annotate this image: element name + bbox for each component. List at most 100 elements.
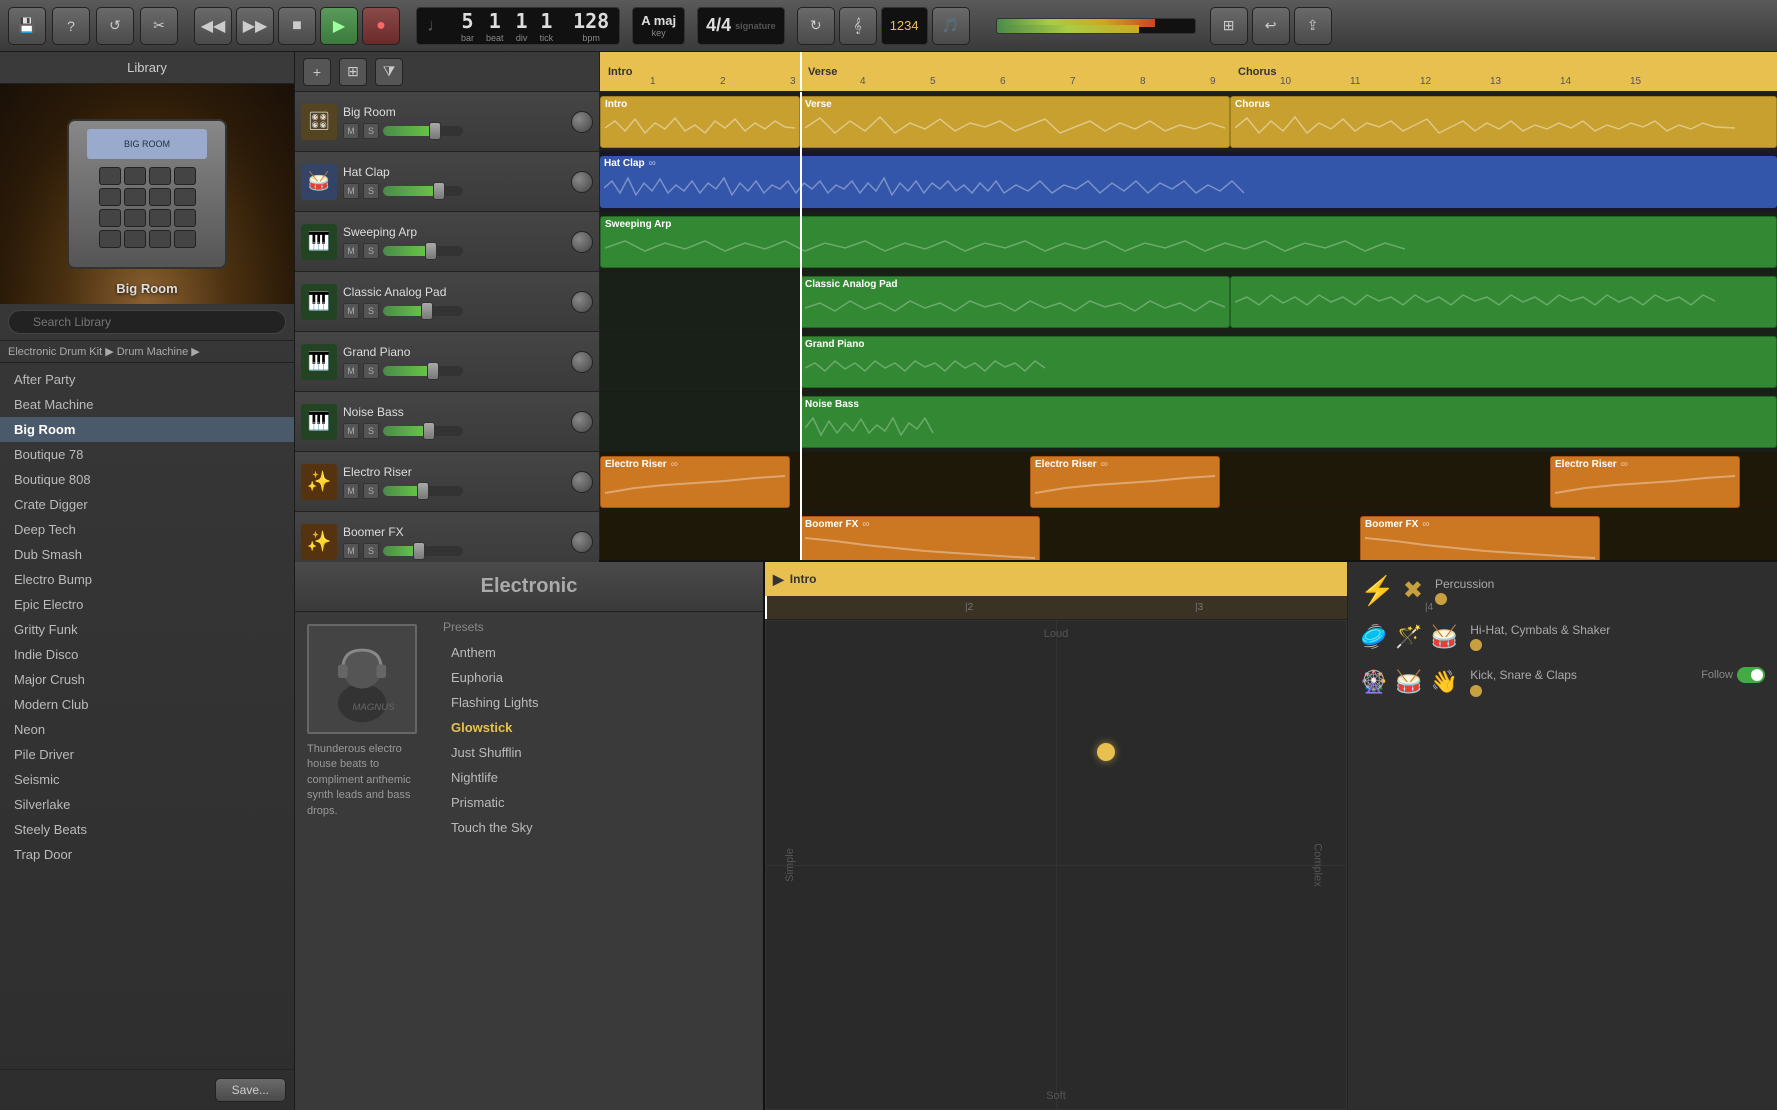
record-button[interactable]: ● xyxy=(362,7,400,45)
fader-sweeping-arp[interactable] xyxy=(383,246,463,256)
solo-button-classic-analog-pad[interactable]: S xyxy=(363,303,379,319)
browser-button[interactable]: ↩ xyxy=(1252,7,1290,45)
mute-button-classic-analog-pad[interactable]: M xyxy=(343,303,359,319)
preset-just-shufflin[interactable]: Just Shufflin xyxy=(443,740,755,765)
lib-item-modern-club[interactable]: Modern Club xyxy=(0,692,294,717)
mute-button-boomer-fx[interactable]: M xyxy=(343,543,359,559)
lib-item-indie-disco[interactable]: Indie Disco xyxy=(0,642,294,667)
lib-item-neon[interactable]: Neon xyxy=(0,717,294,742)
pad-11[interactable] xyxy=(149,209,171,227)
solo-button-hat-clap[interactable]: S xyxy=(363,183,379,199)
fast-forward-button[interactable]: ▶▶ xyxy=(236,7,274,45)
lib-item-epic-electro[interactable]: Epic Electro xyxy=(0,592,294,617)
track-view-button[interactable]: ⊞ xyxy=(339,58,367,86)
follow-toggle[interactable] xyxy=(1737,667,1765,683)
clip-big-room-chorus[interactable]: Chorus xyxy=(1230,96,1777,148)
sound-dot[interactable] xyxy=(1097,743,1115,761)
lib-item-crate-digger[interactable]: Crate Digger xyxy=(0,492,294,517)
mute-button-grand-piano[interactable]: M xyxy=(343,363,359,379)
lib-item-gritty-funk[interactable]: Gritty Funk xyxy=(0,617,294,642)
pad-16[interactable] xyxy=(174,230,196,248)
sync-button[interactable]: ↻ xyxy=(797,7,835,45)
clip-classic-analog-pad-1[interactable]: Classic Analog Pad xyxy=(800,276,1230,328)
pan-knob-grand-piano[interactable] xyxy=(571,351,593,373)
playhead[interactable] xyxy=(800,52,802,91)
clip-classic-analog-pad-2[interactable] xyxy=(1230,276,1777,328)
lib-item-trap-door[interactable]: Trap Door xyxy=(0,842,294,867)
pad-2[interactable] xyxy=(124,167,146,185)
rewind-button[interactable]: ◀◀ xyxy=(194,7,232,45)
clip-hat-clap[interactable]: Hat Clap ∞ xyxy=(600,156,1777,208)
fader-electro-riser[interactable] xyxy=(383,486,463,496)
clip-sweeping-arp[interactable]: Sweeping Arp xyxy=(600,216,1777,268)
tuner-button[interactable]: 𝄞 xyxy=(839,7,877,45)
pad-6[interactable] xyxy=(124,188,146,206)
metronome-button[interactable]: 🎵 xyxy=(932,7,970,45)
pan-knob-boomer-fx[interactable] xyxy=(571,531,593,553)
sound-design-grid[interactable]: Loud Soft Simple Complex xyxy=(765,620,1347,1110)
solo-button-sweeping-arp[interactable]: S xyxy=(363,243,379,259)
clip-grand-piano[interactable]: Grand Piano xyxy=(800,336,1777,388)
clip-electro-riser-2[interactable]: Electro Riser ∞ xyxy=(1030,456,1220,508)
mute-button-noise-bass[interactable]: M xyxy=(343,423,359,439)
solo-button-big-room[interactable]: S xyxy=(363,123,379,139)
time-signature[interactable]: 4/4 signature xyxy=(697,7,785,45)
fader-big-room[interactable] xyxy=(383,126,463,136)
add-track-button[interactable]: + xyxy=(303,58,331,86)
preset-anthem[interactable]: Anthem xyxy=(443,640,755,665)
lib-item-steely-beats[interactable]: Steely Beats xyxy=(0,817,294,842)
lib-item-boutique-808[interactable]: Boutique 808 xyxy=(0,467,294,492)
fader-hat-clap[interactable] xyxy=(383,186,463,196)
solo-button-electro-riser[interactable]: S xyxy=(363,483,379,499)
pad-1[interactable] xyxy=(99,167,121,185)
kick-snare-dot[interactable] xyxy=(1470,685,1482,697)
mute-button-big-room[interactable]: M xyxy=(343,123,359,139)
pad-8[interactable] xyxy=(174,188,196,206)
undo-button[interactable]: ↺ xyxy=(96,7,134,45)
mute-button-electro-riser[interactable]: M xyxy=(343,483,359,499)
lib-item-seismic[interactable]: Seismic xyxy=(0,767,294,792)
pan-knob-hat-clap[interactable] xyxy=(571,171,593,193)
pad-4[interactable] xyxy=(174,167,196,185)
share-button[interactable]: ⇪ xyxy=(1294,7,1332,45)
lib-item-pile-driver[interactable]: Pile Driver xyxy=(0,742,294,767)
pad-7[interactable] xyxy=(149,188,171,206)
lib-item-electro-bump[interactable]: Electro Bump xyxy=(0,567,294,592)
solo-button-noise-bass[interactable]: S xyxy=(363,423,379,439)
percussion-dot[interactable] xyxy=(1435,593,1447,605)
fader-noise-bass[interactable] xyxy=(383,426,463,436)
help-button[interactable]: ? xyxy=(52,7,90,45)
pad-13[interactable] xyxy=(99,230,121,248)
clip-electro-riser-3[interactable]: Electro Riser ∞ xyxy=(1550,456,1740,508)
track-row-grand-piano[interactable]: Grand Piano xyxy=(600,332,1777,392)
pad-9[interactable] xyxy=(99,209,121,227)
clip-big-room-intro[interactable]: Intro xyxy=(600,96,800,148)
save-button[interactable]: Save... xyxy=(215,1078,286,1102)
pad-5[interactable] xyxy=(99,188,121,206)
lib-item-beat-machine[interactable]: Beat Machine xyxy=(0,392,294,417)
track-filter-button[interactable]: ⧩ xyxy=(375,58,403,86)
pad-12[interactable] xyxy=(174,209,196,227)
clip-big-room-verse[interactable]: Verse xyxy=(800,96,1230,148)
pan-knob-electro-riser[interactable] xyxy=(571,471,593,493)
pad-14[interactable] xyxy=(124,230,146,248)
track-row-noise-bass[interactable]: Noise Bass xyxy=(600,392,1777,452)
solo-button-boomer-fx[interactable]: S xyxy=(363,543,379,559)
search-input[interactable] xyxy=(8,310,286,334)
lib-item-dub-smash[interactable]: Dub Smash xyxy=(0,542,294,567)
preset-nightlife[interactable]: Nightlife xyxy=(443,765,755,790)
pan-knob-noise-bass[interactable] xyxy=(571,411,593,433)
lib-item-boutique-78[interactable]: Boutique 78 xyxy=(0,442,294,467)
track-row-boomer-fx[interactable]: Boomer FX ∞ Boomer FX xyxy=(600,512,1777,560)
preset-prismatic[interactable]: Prismatic xyxy=(443,790,755,815)
preset-glowstick[interactable]: Glowstick xyxy=(443,715,755,740)
fader-boomer-fx[interactable] xyxy=(383,546,463,556)
mixer-button[interactable]: ⊞ xyxy=(1210,7,1248,45)
clip-boomer-fx-2[interactable]: Boomer FX ∞ xyxy=(1360,516,1600,560)
track-row-classic-analog-pad[interactable]: Classic Analog Pad xyxy=(600,272,1777,332)
tempo-value[interactable]: 1234 xyxy=(881,7,928,45)
key-signature[interactable]: A maj key xyxy=(632,7,685,45)
solo-button-grand-piano[interactable]: S xyxy=(363,363,379,379)
track-row-hat-clap[interactable]: Hat Clap ∞ xyxy=(600,152,1777,212)
pad-10[interactable] xyxy=(124,209,146,227)
